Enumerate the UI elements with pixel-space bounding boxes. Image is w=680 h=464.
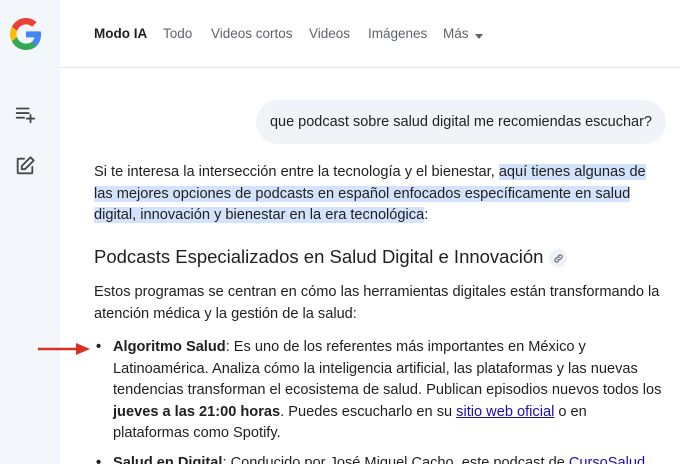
tab-imagenes[interactable]: Imágenes bbox=[368, 26, 427, 41]
tab-todo[interactable]: Todo bbox=[163, 26, 192, 41]
edit-icon[interactable] bbox=[12, 153, 38, 179]
item-schedule: jueves a las 21:00 horas bbox=[113, 403, 281, 420]
item-text: . Puedes escucharlo en su bbox=[280, 403, 457, 420]
google-logo-icon[interactable] bbox=[10, 18, 42, 50]
section-heading: Podcasts Especializados en Salud Digital… bbox=[94, 246, 568, 268]
intro-plain: Si te interesa la intersección entre la … bbox=[94, 164, 499, 180]
tab-mas[interactable]: Más bbox=[443, 26, 483, 42]
section-heading-text: Podcasts Especializados en Salud Digital… bbox=[94, 246, 544, 267]
item-title: Salud en Digital bbox=[113, 454, 223, 464]
list-item: Salud en Digital: Conducido por José Mig… bbox=[94, 453, 666, 464]
new-chat-icon[interactable] bbox=[12, 101, 38, 127]
answer-intro: Si te interesa la intersección entre la … bbox=[94, 162, 666, 227]
user-query-bubble: que podcast sobre salud digital me recom… bbox=[255, 100, 666, 144]
red-arrow-icon bbox=[38, 342, 90, 356]
link-icon[interactable] bbox=[549, 249, 568, 268]
item-title: Algoritmo Salud bbox=[113, 339, 226, 355]
tab-videos[interactable]: Videos bbox=[309, 26, 350, 41]
podcast-list: Algoritmo Salud: Es uno de los referente… bbox=[94, 337, 666, 464]
intro-end: : bbox=[424, 207, 429, 224]
search-tabs-bar: Modo IA Todo Videos cortos Videos Imágen… bbox=[60, 0, 680, 68]
chevron-down-icon bbox=[474, 27, 483, 42]
side-rail bbox=[0, 0, 60, 464]
cursosalud-link[interactable]: CursoSalud bbox=[569, 455, 645, 464]
section-subtext: Estos programas se centran en cómo las h… bbox=[94, 284, 660, 322]
item-text: : Conducido por José Miguel Cacho, este … bbox=[222, 454, 569, 464]
tab-modo-ia[interactable]: Modo IA bbox=[94, 26, 147, 41]
tab-videos-cortos[interactable]: Videos cortos bbox=[211, 26, 293, 41]
list-item: Algoritmo Salud: Es uno de los referente… bbox=[94, 337, 666, 445]
website-link[interactable]: sitio web oficial bbox=[456, 404, 554, 420]
tab-mas-label: Más bbox=[443, 26, 469, 41]
